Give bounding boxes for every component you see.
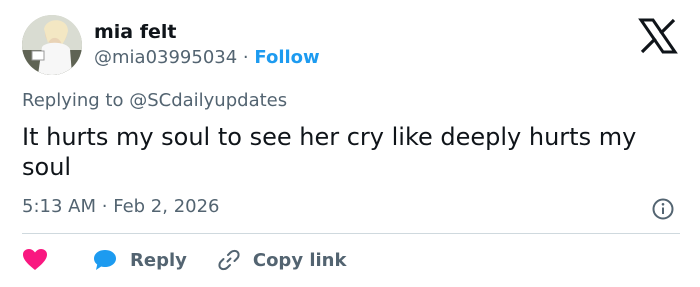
divider [22,233,680,234]
author-handle-row: @mia03995034 · Follow [94,46,320,70]
info-icon[interactable] [651,197,675,221]
author-name[interactable]: mia felt [94,20,177,44]
tweet-time[interactable]: 5:13 AM [22,196,96,217]
author-handle[interactable]: @mia03995034 [94,47,237,68]
copy-link-label: Copy link [252,249,347,271]
reply-button[interactable]: Reply [92,248,187,272]
x-logo-icon[interactable] [638,18,678,54]
reply-label: Reply [130,249,187,271]
time-separator: · [101,196,108,217]
heart-icon [23,249,47,270]
replying-to-text: Replying to @SCdailyupdates [22,90,288,111]
tweet-text: It hurts my soul to see her cry like dee… [22,123,637,181]
link-icon [218,249,240,271]
speech-bubble-icon [94,250,116,270]
like-button[interactable] [22,248,48,272]
timestamp[interactable]: 5:13 AM · Feb 2, 2026 [22,196,220,217]
tweet-date[interactable]: Feb 2, 2026 [113,196,219,217]
action-bar: Reply Copy link [22,246,346,274]
avatar[interactable] [22,15,82,75]
follow-button[interactable]: Follow [254,47,319,68]
copy-link-button[interactable]: Copy link [217,248,347,272]
handle-separator: · [242,47,249,68]
